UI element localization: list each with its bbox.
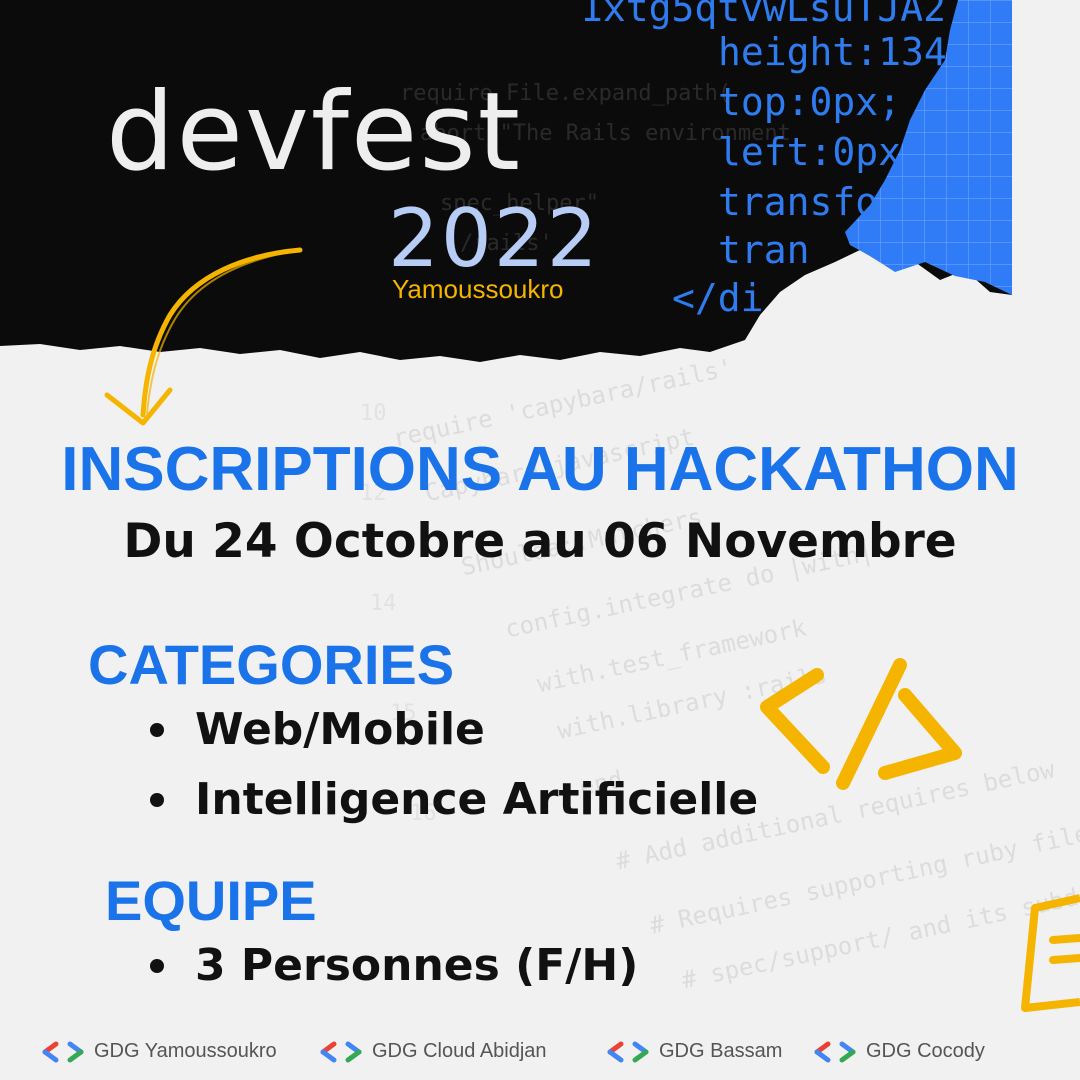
yellow-frame-icon — [1021, 894, 1080, 1012]
gdg-logo-icon — [42, 1041, 84, 1062]
gdg-chapter: GDG Bassam — [605, 1040, 782, 1063]
hackathon-title: INSCRIPTIONS AU HACKATHON — [61, 435, 1019, 504]
header-code-line-2: height:134 — [718, 30, 947, 74]
gdg-chapter: GDG Cocody — [812, 1040, 985, 1063]
gdg-chapter-label: GDG Yamoussoukro — [94, 1040, 277, 1062]
team-item: 3 Personnes (F/H) — [150, 940, 638, 991]
team-title: EQUIPE — [105, 869, 317, 932]
category-label: Intelligence Artificielle — [195, 774, 759, 825]
header-code-line-1: 1xtg5qtvwLsuTJA2 — [580, 0, 947, 30]
gdg-chapter-label: GDG Cocody — [866, 1040, 985, 1062]
gdg-chapter-label: GDG Bassam — [659, 1040, 783, 1062]
gdg-logo-icon — [814, 1041, 856, 1062]
bullet-dot-icon — [150, 722, 164, 737]
header-code-line-3: top:0px; — [718, 80, 902, 124]
header-code-line-7: </di — [672, 276, 764, 320]
header-code-line-5: transfo — [718, 180, 879, 224]
footer-chapters: GDG Yamoussoukro GDG Cloud Abidjan GDG B… — [0, 1040, 1080, 1072]
poster: require 'capybara/rails' Capybara.javasc… — [0, 0, 1080, 1080]
svg-text:14: 14 — [370, 591, 397, 616]
devfest-logo-text: devfest — [106, 70, 522, 195]
category-label: Web/Mobile — [195, 704, 485, 755]
gdg-logo-icon — [320, 1041, 362, 1062]
devfest-year: 2022 — [388, 192, 600, 285]
header-code-line-6: tran — [718, 228, 810, 272]
category-item: Intelligence Artificielle — [150, 774, 758, 825]
category-item: Web/Mobile — [150, 704, 485, 755]
header-code-line-4: left:0px — [718, 130, 902, 174]
gdg-chapter-label: GDG Cloud Abidjan — [372, 1040, 547, 1062]
gdg-chapter: GDG Cloud Abidjan — [318, 1040, 547, 1063]
code-brackets-icon — [760, 658, 962, 790]
curved-arrow-icon — [104, 247, 303, 426]
gdg-logo-icon — [607, 1041, 649, 1062]
bullet-dot-icon — [150, 792, 164, 807]
devfest-city: Yamoussoukro — [392, 274, 564, 304]
hackathon-dates: Du 24 Octobre au 06 Novembre — [123, 514, 957, 569]
svg-text:10: 10 — [360, 401, 387, 426]
team-label: 3 Personnes (F/H) — [195, 940, 639, 991]
bullet-dot-icon — [150, 958, 164, 973]
gdg-chapter: GDG Yamoussoukro — [40, 1040, 277, 1063]
categories-title: CATEGORIES — [88, 633, 455, 696]
